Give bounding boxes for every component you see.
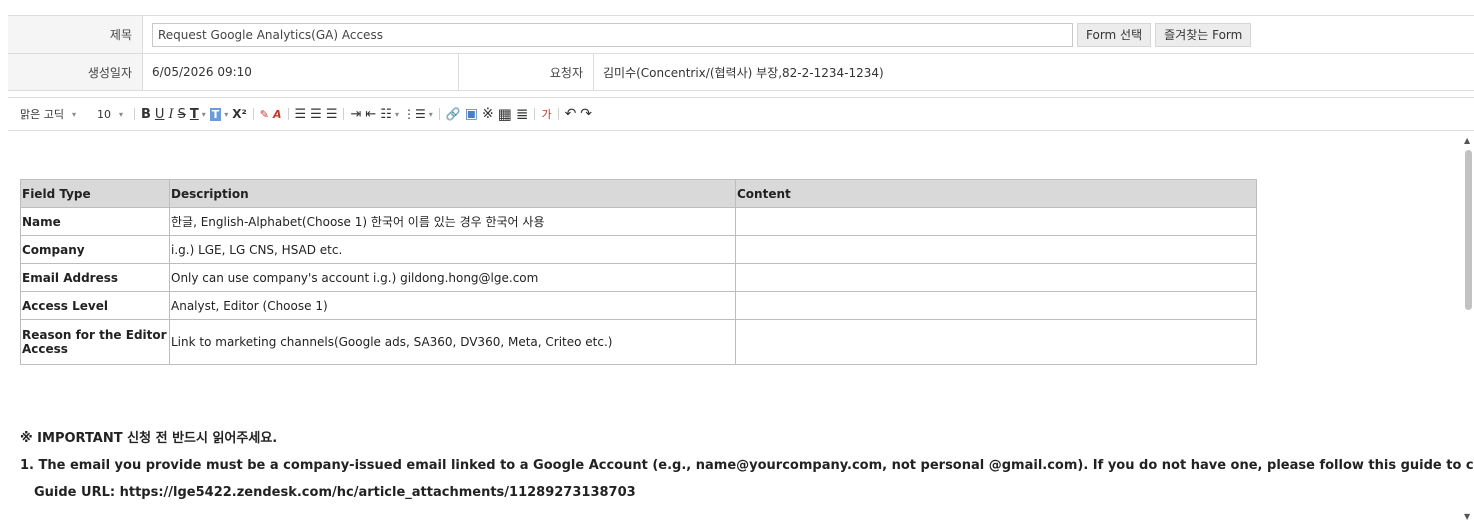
title-row: 제목 Form 선택 즐겨찾는 Form: [8, 16, 1474, 54]
format-brush-icon[interactable]: ✎: [260, 104, 269, 124]
content-cell[interactable]: [735, 207, 1257, 236]
table-row: Name 한글, English-Alphabet(Choose 1) 한국어 …: [20, 207, 1257, 236]
font-family-select[interactable]: 맑은 고딕 ▾: [20, 104, 88, 124]
outdent-icon[interactable]: ⇤: [365, 104, 376, 124]
requester-value: 김미수(Concentrix/(협력사) 부장,82-2-1234-1234): [603, 65, 884, 80]
description-cell: 한글, English-Alphabet(Choose 1) 한국어 이름 있는…: [169, 207, 736, 236]
toolbar-separator: [252, 108, 254, 120]
content-cell[interactable]: [735, 319, 1257, 365]
table-icon[interactable]: ▦: [498, 104, 512, 124]
important-notes: ※ IMPORTANT 신청 전 반드시 읽어주세요. 1. The email…: [20, 425, 1474, 506]
chevron-down-icon: ▾: [118, 109, 123, 119]
created-date-label: 생성일자: [8, 54, 143, 90]
meta-row: 생성일자 6/05/2026 09:10 요청자 김미수(Concentrix/…: [8, 54, 1474, 91]
numbered-list-icon: ⋮☰: [402, 107, 426, 121]
background-color-button[interactable]: T ▾: [209, 104, 229, 124]
requester-label: 요청자: [459, 54, 594, 90]
text-color-button[interactable]: T ▾: [190, 104, 206, 124]
editor-content[interactable]: Field Type Description Content Name 한글, …: [8, 131, 1474, 523]
field-type-cell: Name: [20, 207, 170, 236]
field-type-cell: Reason for the Editor Access: [20, 319, 170, 365]
chevron-down-icon: ▾: [428, 109, 433, 119]
created-date-value: 6/05/2026 09:10: [143, 54, 459, 90]
align-center-icon[interactable]: ☰: [310, 104, 322, 124]
select-form-button[interactable]: Form 선택: [1077, 22, 1152, 47]
chevron-down-icon: ▾: [394, 109, 399, 119]
title-input[interactable]: [152, 22, 1073, 47]
font-family-value: 맑은 고딕: [20, 108, 64, 121]
underline-button[interactable]: U: [155, 104, 165, 124]
chevron-down-icon: ▾: [71, 109, 76, 119]
field-type-cell: Company: [20, 235, 170, 264]
editor-scrollbar[interactable]: ▲ ▼: [1462, 131, 1474, 523]
title-label: 제목: [8, 16, 143, 53]
clear-format-icon[interactable]: A: [273, 104, 282, 124]
toolbar-separator: [534, 108, 536, 120]
italic-button[interactable]: I: [168, 104, 173, 124]
description-cell: Analyst, Editor (Choose 1): [169, 291, 736, 320]
content-cell[interactable]: [735, 235, 1257, 264]
toolbar-separator: [438, 108, 440, 120]
description-cell: i.g.) LGE, LG CNS, HSAD etc.: [169, 235, 736, 264]
table-row: Company i.g.) LGE, LG CNS, HSAD etc.: [20, 235, 1257, 264]
field-type-cell: Access Level: [20, 291, 170, 320]
numbered-list-button[interactable]: ⋮☰ ▾: [403, 104, 433, 124]
strikethrough-button[interactable]: S: [178, 104, 186, 124]
bullet-list-icon: ☷: [380, 106, 392, 122]
guide-url: Guide URL: https://lge5422.zendesk.com/h…: [34, 485, 636, 500]
toolbar-separator: [134, 108, 135, 120]
header-field-type: Field Type: [20, 179, 170, 208]
scroll-down-icon[interactable]: ▼: [1464, 512, 1470, 521]
table-header-row: Field Type Description Content: [20, 179, 1257, 208]
redo-icon[interactable]: ↷: [580, 104, 592, 124]
content-cell[interactable]: [735, 291, 1257, 320]
favorite-form-button[interactable]: 즐겨찾는 Form: [1155, 22, 1252, 47]
content-cell[interactable]: [735, 263, 1257, 292]
toolbar-separator: [343, 108, 345, 120]
font-size-select[interactable]: 10 ▾: [92, 104, 128, 124]
description-cell: Only can use company's account i.g.) gil…: [169, 263, 736, 292]
note-line-1: 1. The email you provide must be a compa…: [20, 458, 1474, 473]
table-row: Reason for the Editor Access Link to mar…: [20, 319, 1257, 365]
scroll-up-icon[interactable]: ▲: [1464, 136, 1470, 145]
horizontal-rule-icon[interactable]: ≣: [516, 104, 529, 124]
spellcheck-button[interactable]: 가: [541, 104, 551, 124]
toolbar-separator: [287, 108, 289, 120]
chevron-down-icon: ▾: [201, 109, 206, 119]
description-cell: Link to marketing channels(Google ads, S…: [169, 319, 736, 365]
field-type-cell: Email Address: [20, 263, 170, 292]
bullet-list-button[interactable]: ☷ ▾: [380, 104, 399, 124]
editor-toolbar: 맑은 고딕 ▾ 10 ▾ B U I S T ▾ T ▾ X² ✎ A ☰ ☰ …: [8, 97, 1474, 131]
bold-button[interactable]: B: [141, 104, 151, 124]
align-left-icon[interactable]: ☰: [295, 104, 307, 124]
table-row: Access Level Analyst, Editor (Choose 1): [20, 291, 1257, 320]
superscript-button[interactable]: X²: [232, 104, 247, 124]
link-icon[interactable]: 🔗: [446, 104, 461, 124]
background-color-icon: T: [209, 107, 222, 121]
indent-icon[interactable]: ⇥: [350, 104, 361, 124]
header-content: Content: [735, 179, 1257, 208]
font-size-value: 10: [96, 107, 111, 121]
table-row: Email Address Only can use company's acc…: [20, 263, 1257, 292]
scroll-thumb[interactable]: [1465, 150, 1472, 310]
toolbar-separator: [557, 108, 559, 120]
title-field-container: Form 선택 즐겨찾는 Form: [143, 16, 1255, 53]
align-right-icon[interactable]: ☰: [326, 104, 338, 124]
chevron-down-icon: ▾: [224, 109, 229, 119]
important-heading: ※ IMPORTANT 신청 전 반드시 읽어주세요.: [20, 431, 278, 446]
header-description: Description: [169, 179, 736, 208]
text-color-icon: T: [189, 106, 199, 122]
special-character-button[interactable]: ※: [482, 104, 494, 124]
image-icon[interactable]: ▣: [465, 104, 478, 124]
undo-icon[interactable]: ↶: [565, 104, 577, 124]
request-form-table: Field Type Description Content Name 한글, …: [20, 179, 1257, 365]
